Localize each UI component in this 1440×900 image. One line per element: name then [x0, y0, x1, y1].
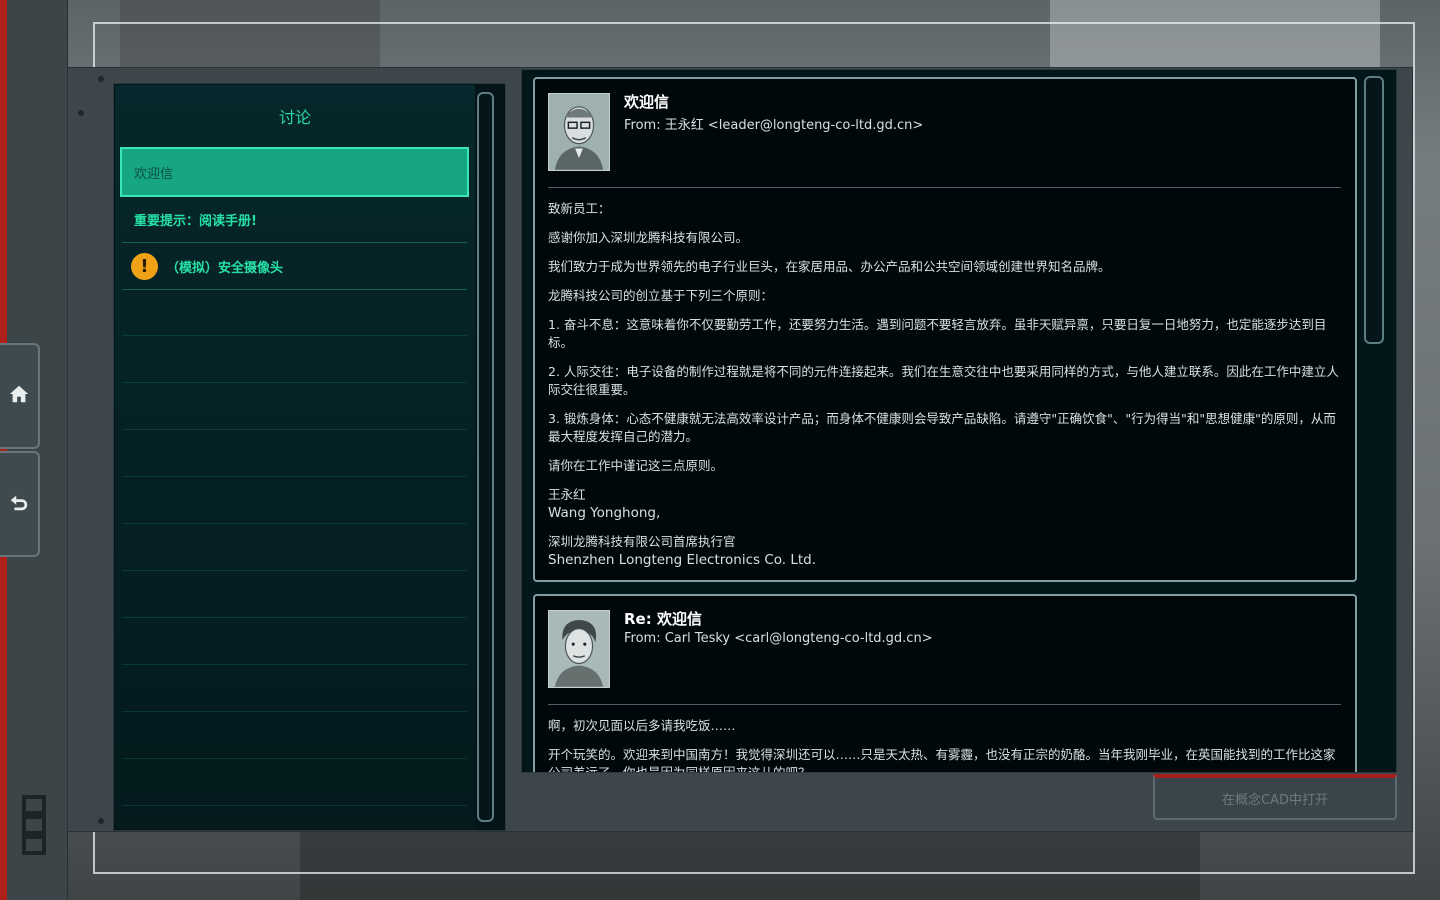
window-rivet: [98, 818, 104, 824]
mail-body: 啊，初次见面以后多请我吃饭…… 开个玩笑的。欢迎来到中国南方！我觉得深圳还可以……: [548, 717, 1341, 772]
list-item-label: 重要提示：阅读手册!: [134, 214, 257, 229]
mail-paragraph: 3. 锻炼身体：心态不健康就无法高效率设计产品；而身体不健康则会导致产品缺陷。请…: [548, 411, 1336, 444]
home-icon: [8, 383, 30, 409]
list-title: 讨论: [278, 108, 311, 127]
avatar: [548, 610, 610, 688]
list-item-empty: [122, 666, 467, 712]
list-item-empty: [122, 713, 467, 759]
background-red-strip: [0, 0, 7, 900]
list-item-empty: [122, 619, 467, 665]
list-item-empty: [122, 337, 467, 383]
list-scrollbar[interactable]: [477, 92, 494, 822]
mail-paragraph: 啊，初次见面以后多请我吃饭……: [548, 718, 736, 733]
warning-icon: !: [131, 252, 158, 280]
mail-divider: [548, 187, 1341, 188]
mail-subject: Re: 欢迎信: [624, 610, 702, 628]
mail-paragraph: 我们致力于成为世界领先的电子行业巨头，在家居用品、办公产品和公共空间领域创建世界…: [548, 259, 1111, 274]
mail-subject: 欢迎信: [624, 93, 670, 111]
window-rivet: [78, 110, 84, 116]
mail-paragraph: 2. 人际交往：电子设备的制作过程就是将不同的元件连接起来。我们在生意交往中也要…: [548, 364, 1339, 397]
signature-name-cn: 王永红: [548, 487, 586, 502]
list-item-empty: [122, 478, 467, 524]
signature-company-en: Shenzhen Longteng Electronics Co. Ltd.: [548, 552, 817, 568]
back-button[interactable]: [0, 451, 40, 557]
list-item-empty: [122, 431, 467, 477]
mail-card: Re: 欢迎信 From: Carl Tesky <carl@longteng-…: [533, 594, 1357, 772]
back-icon: [8, 491, 30, 517]
list-item[interactable]: ! （模拟）安全摄像头: [122, 243, 467, 290]
background-left-panel: [7, 0, 68, 900]
list-item-empty: [122, 525, 467, 571]
list-item-label: 欢迎信: [134, 166, 174, 182]
mail-card: 欢迎信 From: 王永红 <leader@longteng-co-ltd.gd…: [533, 77, 1357, 582]
open-in-cad-button[interactable]: 在概念CAD中打开: [1153, 774, 1397, 820]
mail-paragraph: 感谢你加入深圳龙腾科技有限公司。: [548, 230, 749, 245]
list-item-empty: [122, 572, 467, 618]
mail-paragraph: 开个玩笑的。欢迎来到中国南方！我觉得深圳还可以……只是天太热、有雾霾，也没有正宗…: [548, 747, 1336, 772]
list-item-empty: [122, 760, 467, 806]
list-item[interactable]: 欢迎信: [120, 147, 469, 197]
signature-title-cn: 深圳龙腾科技有限公司首席执行官: [548, 534, 736, 549]
list-item[interactable]: 重要提示：阅读手册!: [122, 197, 467, 243]
mail-sender: From: Carl Tesky <carl@longteng-co-ltd.g…: [624, 631, 933, 646]
logo-icon: [22, 795, 48, 855]
home-button[interactable]: [0, 343, 40, 449]
mail-divider: [548, 704, 1341, 705]
list-item-label: （模拟）安全摄像头: [166, 260, 284, 276]
mail-paragraph: 致新员工：: [548, 201, 611, 216]
mail-body: 致新员工： 感谢你加入深圳龙腾科技有限公司。 我们致力于成为世界领先的电子行业巨…: [548, 200, 1341, 569]
mail-paragraph: 龙腾科技公司的创立基于下列三个原则：: [548, 288, 774, 303]
mail-paragraph: 请你在工作中谨记这三点原则。: [548, 458, 724, 473]
mail-paragraph: 1. 奋斗不息：这意味着你不仅要勤劳工作，还要努力生活。遇到问题不要轻言放弃。虽…: [548, 317, 1327, 350]
signature-name-en: Wang Yonghong,: [548, 505, 661, 521]
list-item-empty: [122, 290, 467, 336]
avatar: [548, 93, 610, 171]
list-item-empty: [122, 384, 467, 430]
window-rivet: [98, 76, 104, 82]
mail-scrollbar[interactable]: [1364, 76, 1384, 344]
mail-sender: From: 王永红 <leader@longteng-co-ltd.gd.cn>: [624, 118, 924, 133]
